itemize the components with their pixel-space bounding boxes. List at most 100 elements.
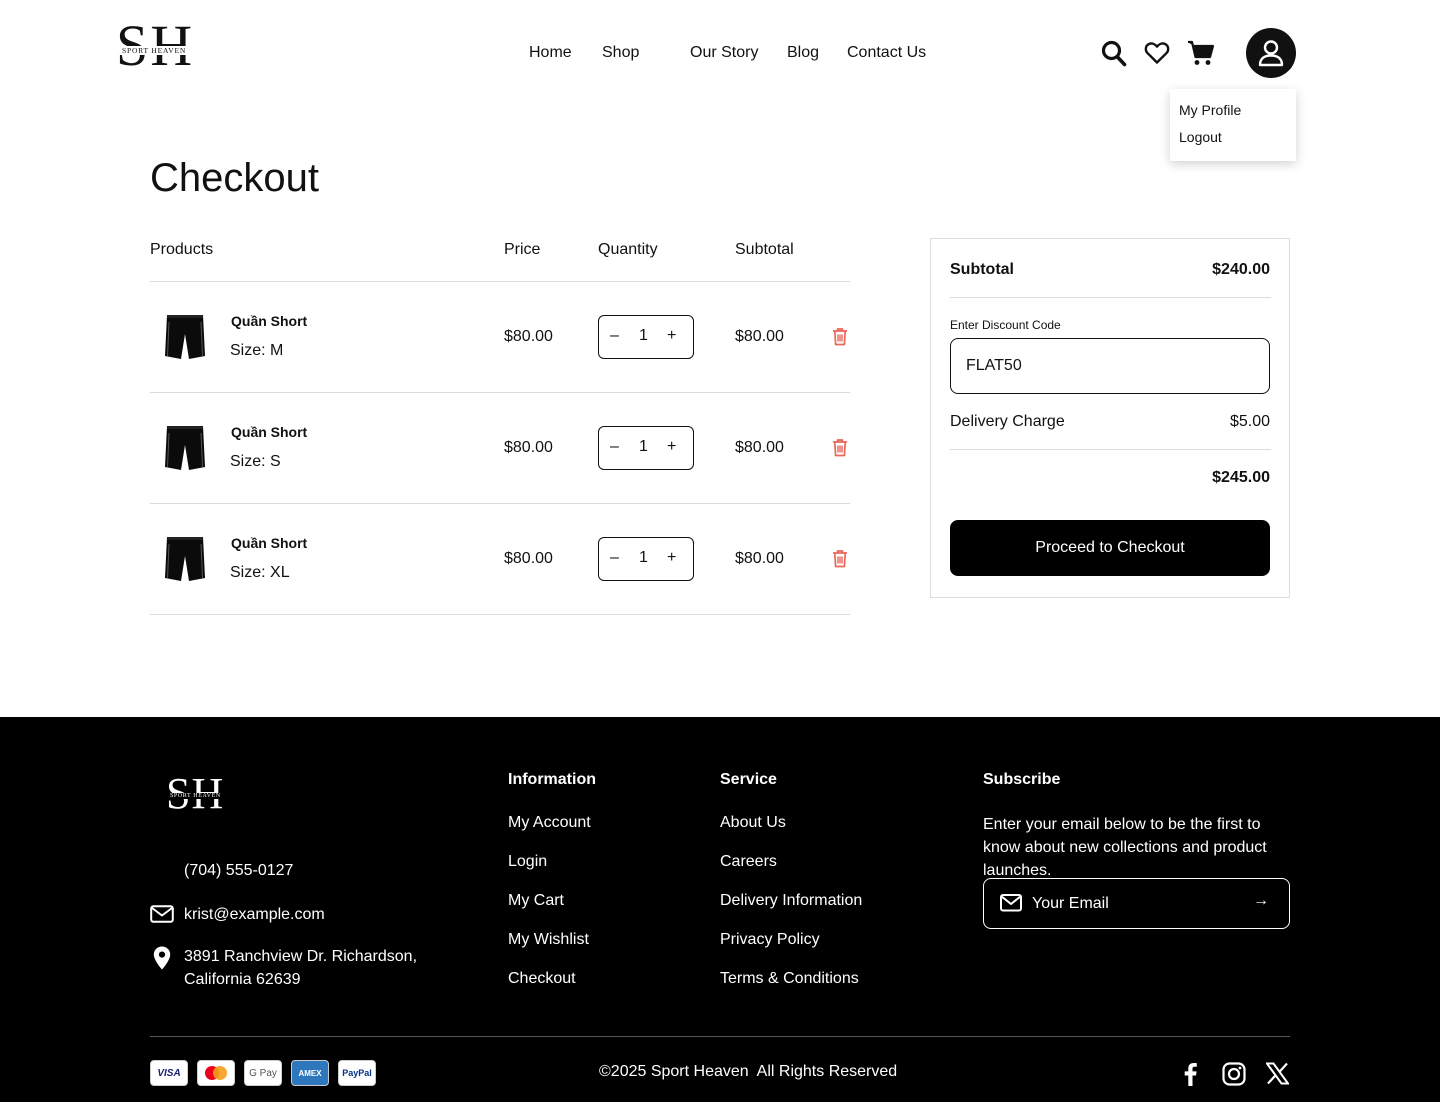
wishlist-heart-icon[interactable] (1144, 41, 1170, 70)
menu-item-my-profile[interactable]: My Profile (1179, 102, 1241, 118)
subscribe-description: Enter your email below to be the first t… (983, 816, 1267, 879)
footer-link-my-account[interactable]: My Account (508, 814, 591, 832)
phone-icon (150, 860, 172, 887)
user-dropdown-menu: My Profile Logout (1170, 89, 1296, 161)
trash-icon[interactable] (832, 438, 848, 462)
footer-heading-information: Information (508, 771, 596, 788)
mail-icon (1000, 894, 1022, 917)
product-name[interactable]: Quần Short (231, 535, 307, 551)
trash-icon[interactable] (832, 327, 848, 351)
address-line-1: 3891 Ranchview Dr. Richardson, (184, 948, 418, 965)
footer-link-delivery-information[interactable]: Delivery Information (720, 892, 862, 910)
location-pin-icon (153, 946, 171, 975)
increase-quantity-button[interactable]: + (667, 327, 676, 345)
product-price: $80.00 (504, 328, 553, 345)
quantity-stepper: – 1 + (598, 537, 694, 581)
subscribe-email-input[interactable] (1032, 891, 1232, 917)
search-icon[interactable] (1101, 40, 1127, 72)
table-row: Quần Short Size: M $80.00 – 1 + $80.00 (150, 282, 850, 392)
quantity-value: 1 (639, 549, 648, 566)
quantity-stepper: – 1 + (598, 426, 694, 470)
product-name[interactable]: Quần Short (231, 424, 307, 440)
decrease-quantity-button[interactable]: – (610, 438, 619, 456)
footer-link-careers[interactable]: Careers (720, 853, 777, 871)
site-header: SH SPORT HEAVEN Home Shop Our Story Blog… (0, 0, 1440, 161)
footer-email[interactable]: krist@example.com (184, 903, 325, 926)
page-title: Checkout (150, 156, 319, 200)
table-row: Quần Short Size: XL $80.00 – 1 + $80.00 (150, 504, 850, 614)
product-subtotal: $80.00 (735, 328, 784, 345)
product-name[interactable]: Quần Short (231, 313, 307, 329)
footer-link-privacy-policy[interactable]: Privacy Policy (720, 931, 820, 949)
footer-logo[interactable]: SH SPORT HEAVEN (166, 771, 232, 819)
site-footer: SH SPORT HEAVEN (704) 555-0127 krist@exa… (0, 717, 1440, 1102)
table-row: Quần Short Size: S $80.00 – 1 + $80.00 (150, 393, 850, 503)
quantity-value: 1 (639, 438, 648, 455)
decrease-quantity-button[interactable]: – (610, 327, 619, 345)
summary-subtotal-label: Subtotal (950, 261, 1014, 278)
discount-code-label: Enter Discount Code (950, 318, 1061, 332)
product-size: Size: M (230, 342, 284, 359)
address-line-2: California 62639 (184, 971, 301, 988)
facebook-icon[interactable] (1182, 1062, 1198, 1091)
decrease-quantity-button[interactable]: – (610, 549, 619, 567)
mail-icon (150, 905, 174, 928)
increase-quantity-button[interactable]: + (667, 549, 676, 567)
subscribe-form: → (983, 878, 1290, 929)
x-icon[interactable] (1265, 1062, 1290, 1090)
product-size: Size: XL (230, 564, 290, 581)
mastercard-card-icon (197, 1060, 235, 1086)
google-pay-card-icon: G Pay (244, 1060, 282, 1086)
column-header-products: Products (150, 241, 214, 258)
footer-phone[interactable]: (704) 555-0127 (184, 859, 293, 882)
menu-item-logout[interactable]: Logout (1179, 129, 1222, 145)
subscribe-submit-arrow-icon[interactable]: → (1253, 892, 1269, 910)
footer-link-login[interactable]: Login (508, 853, 547, 871)
quantity-value: 1 (639, 327, 648, 344)
delivery-charge-label: Delivery Charge (950, 413, 1065, 430)
instagram-icon[interactable] (1222, 1062, 1246, 1091)
product-subtotal: $80.00 (735, 439, 784, 456)
product-image[interactable] (164, 423, 206, 473)
footer-link-my-cart[interactable]: My Cart (508, 892, 564, 910)
product-price: $80.00 (504, 550, 553, 567)
trash-icon[interactable] (832, 549, 848, 573)
nav-blog[interactable]: Blog (787, 44, 819, 62)
nav-our-story[interactable]: Our Story (690, 44, 758, 62)
site-logo[interactable]: SH SPORT HEAVEN (116, 16, 202, 78)
discount-code-input[interactable] (950, 338, 1270, 394)
product-image[interactable] (164, 312, 206, 362)
column-header-subtotal: Subtotal (735, 241, 794, 258)
amex-card-icon: AMEX (291, 1060, 329, 1086)
footer-logo-name: SPORT HEAVEN (169, 793, 222, 799)
delivery-charge-value: $5.00 (1229, 413, 1270, 430)
order-summary: Subtotal $240.00 Enter Discount Code Del… (930, 238, 1290, 598)
footer-divider (150, 1036, 1290, 1037)
user-avatar-button[interactable] (1246, 28, 1296, 78)
cart-icon[interactable] (1187, 39, 1215, 72)
product-subtotal: $80.00 (735, 550, 784, 567)
copyright-text: ©2025 Sport Heaven All Rights Reserved (599, 1063, 898, 1080)
nav-shop[interactable]: Shop (602, 44, 639, 62)
proceed-to-checkout-button[interactable]: Proceed to Checkout (950, 520, 1270, 576)
column-header-quantity: Quantity (598, 241, 658, 258)
column-header-price: Price (504, 241, 541, 258)
nav-contact[interactable]: Contact Us (847, 44, 926, 62)
footer-link-terms-conditions[interactable]: Terms & Conditions (720, 970, 859, 988)
quantity-stepper: – 1 + (598, 315, 694, 359)
logo-name: SPORT HEAVEN (120, 46, 189, 55)
summary-subtotal-value: $240.00 (1212, 261, 1270, 278)
footer-link-checkout[interactable]: Checkout (508, 970, 576, 988)
product-image[interactable] (164, 534, 206, 584)
user-icon (1258, 40, 1284, 67)
product-size: Size: S (230, 453, 281, 470)
order-total-value: $245.00 (1212, 469, 1270, 486)
summary-divider (950, 297, 1271, 298)
nav-home[interactable]: Home (529, 44, 572, 62)
footer-link-about-us[interactable]: About Us (720, 814, 786, 832)
table-divider (150, 614, 850, 615)
footer-heading-subscribe: Subscribe (983, 771, 1061, 788)
paypal-card-icon: PayPal (338, 1060, 376, 1086)
increase-quantity-button[interactable]: + (667, 438, 676, 456)
footer-link-my-wishlist[interactable]: My Wishlist (508, 931, 589, 949)
